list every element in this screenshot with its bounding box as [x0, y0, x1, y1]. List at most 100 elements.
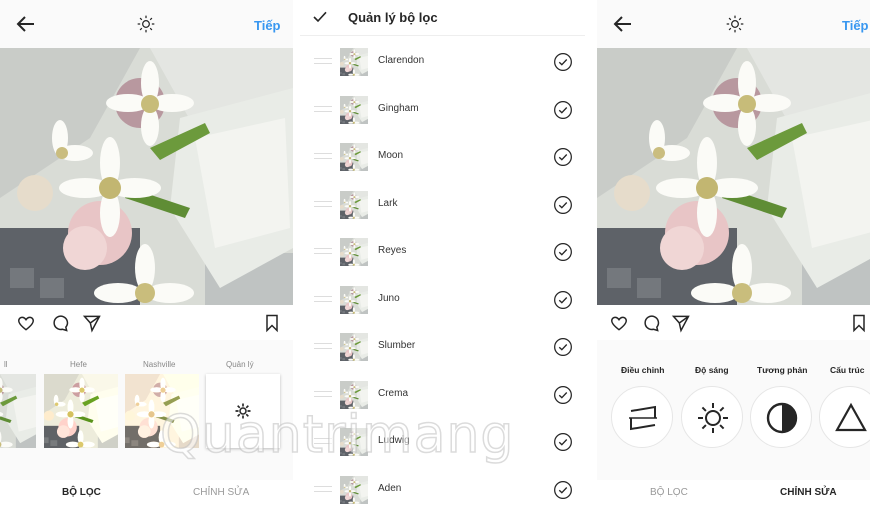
- filter-row[interactable]: Reyes: [300, 228, 585, 276]
- tool-structure[interactable]: [819, 386, 870, 448]
- comment-icon[interactable]: [641, 313, 661, 333]
- enabled-check-icon[interactable]: [553, 290, 573, 310]
- filter-name: Ludwig: [378, 435, 410, 446]
- filter-name: Slumber: [378, 340, 416, 351]
- enabled-check-icon[interactable]: [553, 480, 573, 500]
- filter-label-hefe: Hefe: [70, 360, 87, 369]
- photo-preview: [597, 48, 870, 305]
- bottom-tabs: BỘ LỌC CHỈNH SỬA: [0, 480, 293, 505]
- filter-row[interactable]: Juno: [300, 276, 585, 324]
- drag-handle-icon[interactable]: [314, 105, 332, 112]
- tool-adjust[interactable]: [611, 386, 673, 448]
- filter-row[interactable]: Aden: [300, 466, 585, 505]
- enabled-check-icon[interactable]: [553, 337, 573, 357]
- tab-filter[interactable]: BỘ LỌC: [62, 487, 101, 498]
- filter-label-manage: Quản lý: [226, 360, 254, 369]
- tab-filter[interactable]: BỘ LỌC: [650, 487, 688, 498]
- enabled-check-icon[interactable]: [553, 385, 573, 405]
- drag-handle-icon[interactable]: [314, 485, 332, 492]
- tool-label-adjust: Điều chỉnh: [621, 365, 665, 375]
- filter-strip: ll Hefe Nashville Quản lý: [0, 340, 293, 480]
- enabled-check-icon[interactable]: [553, 242, 573, 262]
- filter-row[interactable]: Crema: [300, 371, 585, 419]
- back-arrow-icon[interactable]: [14, 12, 38, 36]
- top-bar: Tiếp: [597, 0, 870, 48]
- filter-thumbnail: [340, 96, 368, 124]
- tab-edit[interactable]: CHỈNH SỬA: [193, 487, 249, 498]
- filter-thumbnail: [340, 238, 368, 266]
- bookmark-icon[interactable]: [262, 313, 282, 333]
- tool-label-structure: Cấu trúc: [830, 365, 865, 375]
- brightness-icon: [698, 403, 728, 433]
- next-button[interactable]: Tiếp: [842, 18, 869, 33]
- drag-handle-icon[interactable]: [314, 343, 332, 349]
- filter-thumbnail: [340, 476, 368, 504]
- drag-handle-icon[interactable]: [314, 248, 332, 254]
- tool-label-brightness: Độ sáng: [695, 365, 729, 375]
- next-button[interactable]: Tiếp: [254, 18, 281, 33]
- filter-thumbnail-nashville[interactable]: [125, 374, 199, 448]
- manage-filters-screen: Quản lý bộ lọc Clarendon Gingham Moon Lark R…: [300, 0, 585, 505]
- adjust-icon: [629, 405, 657, 431]
- drag-handle-icon[interactable]: [314, 58, 332, 64]
- check-icon[interactable]: [312, 9, 328, 25]
- filter-name: Gingham: [378, 102, 419, 114]
- share-icon[interactable]: [671, 313, 691, 333]
- filter-screen: Tiếp ll Hefe Nashville Quản lý BỘ LỌC CH…: [0, 0, 293, 505]
- filter-name: Juno: [378, 292, 400, 304]
- filter-row[interactable]: Ludwig: [300, 418, 585, 466]
- back-arrow-icon[interactable]: [611, 12, 635, 36]
- gear-icon: [235, 403, 251, 419]
- tool-contrast[interactable]: [750, 386, 812, 448]
- manage-filters-title: Quản lý bộ lọc: [348, 10, 438, 25]
- enabled-check-icon[interactable]: [553, 52, 573, 72]
- action-bar: [0, 305, 293, 340]
- enabled-check-icon[interactable]: [553, 100, 573, 120]
- drag-handle-icon[interactable]: [314, 153, 332, 159]
- filter-row[interactable]: Lark: [300, 181, 585, 229]
- enabled-check-icon[interactable]: [553, 432, 573, 452]
- filter-name: Clarendon: [378, 55, 425, 66]
- bookmark-icon[interactable]: [849, 313, 869, 333]
- drag-handle-icon[interactable]: [314, 390, 332, 397]
- filter-thumbnail: [340, 48, 368, 76]
- heart-icon[interactable]: [16, 313, 36, 333]
- filter-thumbnail[interactable]: [0, 374, 36, 448]
- drag-handle-icon[interactable]: [314, 200, 332, 207]
- edit-screen: Tiếp Điều chỉnh Độ sáng Tương phản Cấu t…: [597, 0, 870, 505]
- tab-edit[interactable]: CHỈNH SỬA: [780, 487, 837, 498]
- filter-row[interactable]: Gingham: [300, 86, 585, 134]
- filter-row[interactable]: Moon: [300, 133, 585, 181]
- filter-name: Aden: [378, 482, 402, 494]
- filter-thumbnail: [340, 428, 368, 456]
- filter-name: Moon: [378, 150, 404, 161]
- enabled-check-icon[interactable]: [553, 195, 573, 215]
- brightness-icon[interactable]: [136, 14, 156, 34]
- top-bar: Tiếp: [0, 0, 293, 48]
- drag-handle-icon[interactable]: [314, 438, 332, 444]
- brightness-icon[interactable]: [725, 14, 745, 34]
- filter-thumbnail: [340, 381, 368, 409]
- filter-thumbnail: [340, 191, 368, 219]
- structure-icon: [835, 402, 867, 432]
- filter-row[interactable]: Slumber: [300, 323, 585, 371]
- filter-label-nashville: Nashville: [143, 360, 176, 369]
- filter-thumbnail: [340, 333, 368, 361]
- drag-handle-icon[interactable]: [314, 295, 332, 302]
- enabled-check-icon[interactable]: [553, 147, 573, 167]
- filter-row[interactable]: Clarendon: [300, 38, 585, 86]
- comment-icon[interactable]: [50, 313, 70, 333]
- photo-preview: [0, 48, 293, 305]
- filter-thumbnail: [340, 143, 368, 171]
- edit-tools-strip: Điều chỉnh Độ sáng Tương phản Cấu trúc: [597, 340, 870, 480]
- manage-filters-tile[interactable]: [206, 374, 280, 448]
- filter-name: Crema: [378, 387, 409, 399]
- filter-thumbnail: [340, 286, 368, 314]
- contrast-icon: [766, 402, 798, 434]
- filter-thumbnail-hefe[interactable]: [44, 374, 118, 448]
- heart-icon[interactable]: [609, 313, 629, 333]
- share-icon[interactable]: [82, 313, 102, 333]
- tool-label-contrast: Tương phản: [757, 365, 808, 375]
- tool-brightness[interactable]: [681, 386, 743, 448]
- filter-label: ll: [4, 360, 8, 369]
